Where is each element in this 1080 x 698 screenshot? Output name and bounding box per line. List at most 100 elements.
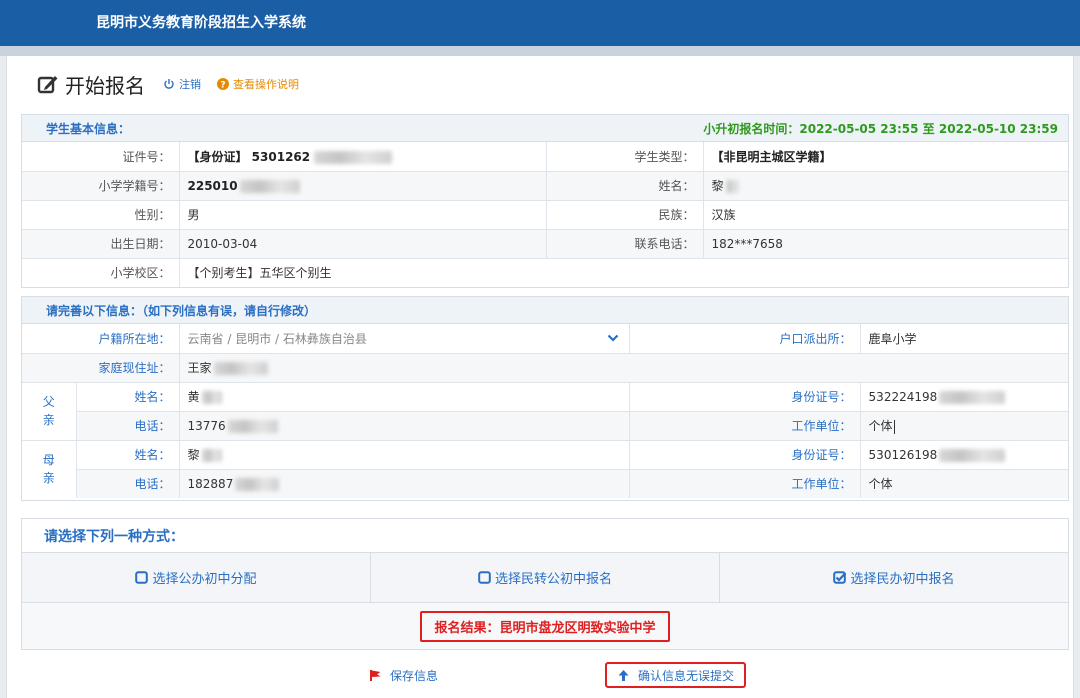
table-row: 证件号： 【身份证】 5301262 学生类型： 【非昆明主城区学籍】 [22,142,1068,171]
table-row: 小学学籍号： 225010 姓名： 黎 [22,170,1068,200]
father-name-field[interactable]: 黄 [179,381,630,411]
page-header: 开始报名 注销 ? 查看操作说明 [37,70,299,98]
father-work-label: 工作单位： [629,410,861,440]
father-work-field[interactable]: 个体 [860,410,1068,440]
table-row: 父亲 姓名： 黄 身份证号： 532224198 [22,381,1068,440]
mother-phone-label: 电话： [76,468,180,498]
police-value[interactable]: 鹿阜小学 [860,324,1068,353]
mother-phone-field[interactable]: 182887 [179,468,630,498]
father-phone-label: 电话： [76,410,180,440]
question-circle-icon: ? [217,78,229,90]
mother-idno-label: 身份证号： [629,439,861,469]
mother-label: 母亲 [22,439,77,498]
table-row: 小学校区： 【个别考生】五华区个别生 [22,257,1068,287]
checkbox-empty-icon [478,571,491,584]
student-section-header: 学生基本信息： 小升初报名时间：2022-05-05 23:55 至 2022-… [22,115,1068,142]
address-field[interactable]: 王家 [179,352,1068,382]
submit-button[interactable]: 确认信息无误提交 [605,662,747,688]
text-cursor [893,419,895,434]
logout-link[interactable]: 注销 [163,76,201,92]
table-row: 电话： 182887 工作单位： 个体 [22,468,1068,498]
option-private-school[interactable]: 选择民办初中报名 [720,553,1068,602]
police-label: 户口派出所： [629,324,861,353]
mother-name-field[interactable]: 黎 [179,439,630,469]
table-row: 家庭现住址： 王家 [22,352,1068,382]
name-value: 黎 [703,170,1068,200]
complete-info-table: 户籍所在地： 云南省 / 昆明市 / 石林彝族自治县 户口派出所： 鹿阜小学 家… [22,324,1068,498]
father-label: 父亲 [22,381,77,440]
power-icon [164,79,174,89]
id-value: 【身份证】 5301262 [179,142,547,171]
table-row: 户籍所在地： 云南省 / 昆明市 / 石林彝族自治县 户口派出所： 鹿阜小学 [22,324,1068,353]
option-label: 选择民转公初中报名 [494,572,612,587]
choose-mode-box: 请选择下列一种方式： 选择公办初中分配 选择民转公初中报名 选择民办初中报名 报… [21,518,1069,650]
chevron-down-icon [607,334,618,342]
choose-title: 请选择下列一种方式： [22,519,1068,553]
nation-label: 民族： [546,199,704,229]
student-info-box: 学生基本信息： 小升初报名时间：2022-05-05 23:55 至 2022-… [21,114,1069,288]
father-name-label: 姓名： [76,381,180,411]
page-title: 开始报名 [65,73,145,98]
submit-label: 确认信息无误提交 [638,668,735,683]
table-row: 出生日期： 2010-03-04 联系电话： 182***7658 [22,228,1068,258]
gender-label: 性别： [22,199,180,229]
mode-options: 选择公办初中分配 选择民转公初中报名 选择民办初中报名 [22,553,1068,603]
phone-value: 182***7658 [703,228,1068,258]
student-info-table: 证件号： 【身份证】 5301262 学生类型： 【非昆明主城区学籍】 小学学籍… [22,142,1068,287]
complete-section-title: 请完善以下信息：（如下列信息有误，请自行修改） [46,303,317,318]
result-area: 报名结果：昆明市盘龙区明致实验中学 [22,603,1068,649]
checkbox-checked-icon [833,571,847,584]
table-row: 电话： 13776 工作单位： 个体 [22,410,1068,440]
gender-value: 男 [179,199,547,229]
huji-cascader[interactable]: 云南省 / 昆明市 / 石林彝族自治县 [179,324,630,353]
student-section-title: 学生基本信息： [46,121,131,136]
roll-label: 小学学籍号： [22,170,180,200]
checkbox-empty-icon [135,571,149,584]
help-link[interactable]: ? 查看操作说明 [217,76,299,92]
school-label: 小学校区： [22,257,180,287]
complete-section-header: 请完善以下信息：（如下列信息有误，请自行修改） [22,297,1068,324]
mother-work-label: 工作单位： [629,468,861,498]
table-row: 母亲 姓名： 黎 身份证号： 530126198 [22,439,1068,498]
huji-label: 户籍所在地： [22,324,180,353]
id-label: 证件号： [22,142,180,171]
arrow-up-icon [618,669,629,681]
option-label: 选择民办初中报名 [850,572,955,587]
name-label: 姓名： [546,170,704,200]
roll-value: 225010 [179,170,547,200]
complete-info-box: 请完善以下信息：（如下列信息有误，请自行修改） 户籍所在地： 云南省 / 昆明市… [21,296,1069,501]
save-label: 保存信息 [390,668,439,683]
mother-idno-field[interactable]: 530126198 [860,439,1068,469]
help-label: 查看操作说明 [233,78,299,91]
nation-value: 汉族 [703,199,1068,229]
father-idno-field[interactable]: 532224198 [860,381,1068,411]
phone-label: 联系电话： [546,228,704,258]
registration-result: 报名结果：昆明市盘龙区明致实验中学 [420,610,670,642]
option-private-to-public[interactable]: 选择民转公初中报名 [371,553,720,602]
edit-icon [37,76,58,94]
birth-value: 2010-03-04 [179,228,547,258]
action-bar: 保存信息 确认信息无误提交 [7,660,1075,690]
address-label: 家庭现住址： [22,352,180,382]
app-title: 昆明市义务教育阶段招生入学系统 [96,15,306,31]
mother-name-label: 姓名： [76,439,180,469]
flag-icon [370,669,381,681]
mother-work-field[interactable]: 个体 [860,468,1068,498]
type-value: 【非昆明主城区学籍】 [711,149,832,164]
main-panel: 开始报名 注销 ? 查看操作说明 学生基本信息： 小升初报名时间：2022-05… [6,56,1074,698]
option-public-school[interactable]: 选择公办初中分配 [22,553,371,602]
type-label: 学生类型： [546,142,704,171]
svg-text:?: ? [220,81,225,91]
option-label: 选择公办初中分配 [152,572,257,587]
table-row: 性别： 男 民族： 汉族 [22,199,1068,229]
school-value: 【个别考生】五华区个别生 [179,257,1068,287]
logout-label: 注销 [179,78,201,91]
birth-label: 出生日期： [22,228,180,258]
father-idno-label: 身份证号： [629,381,861,411]
registration-period: 小升初报名时间：2022-05-05 23:55 至 2022-05-10 23… [703,121,1058,136]
sub-navbar [0,46,1080,56]
top-navbar: 昆明市义务教育阶段招生入学系统 [0,0,1080,46]
save-button[interactable]: 保存信息 [369,662,438,688]
father-phone-field[interactable]: 13776 [179,410,630,440]
huji-selected: 云南省 / 昆明市 / 石林彝族自治县 [187,331,367,346]
